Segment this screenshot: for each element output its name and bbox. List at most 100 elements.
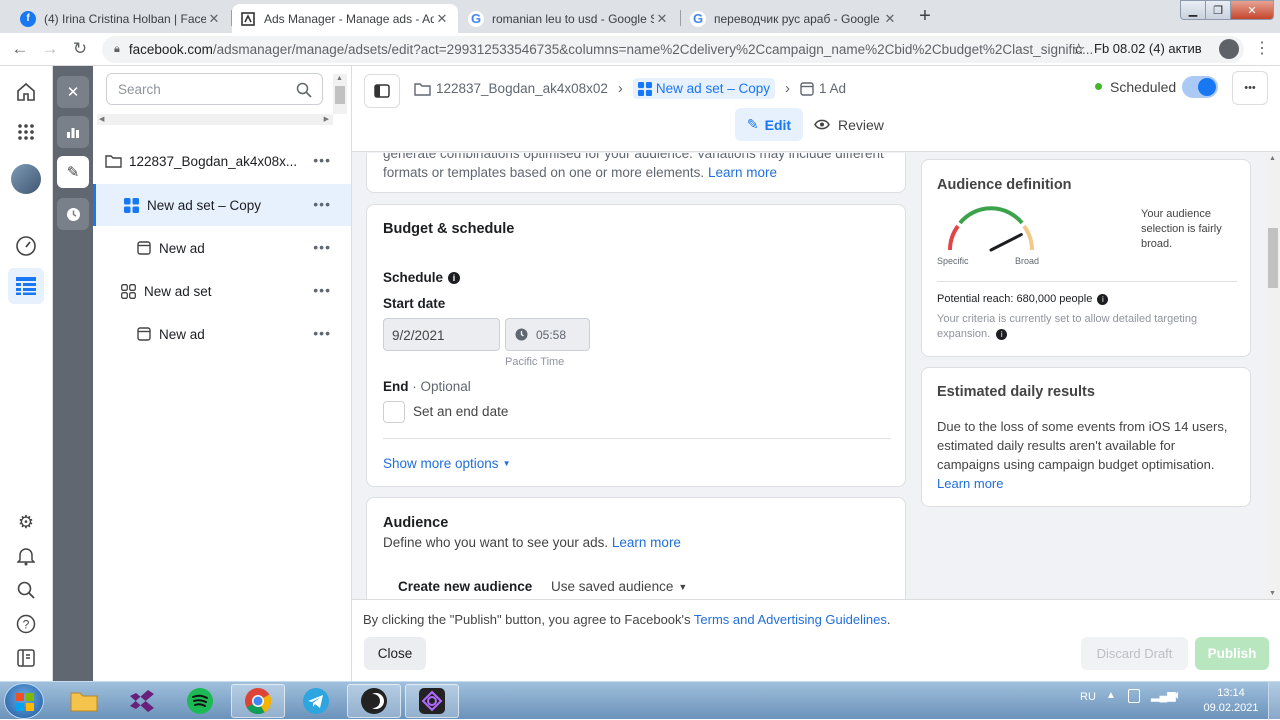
clock-icon [515, 328, 528, 341]
start-date-input[interactable]: 9/2/2021 [383, 318, 500, 351]
edit-pencil-icon: ✎ [746, 116, 759, 132]
history-clock-icon[interactable] [57, 198, 89, 230]
bookmark-star-icon[interactable]: ☆ [1072, 40, 1085, 58]
tree-vertical-scrollbar[interactable]: ▲ [333, 74, 347, 114]
browser-app-icon[interactable] [405, 684, 459, 718]
tree-item-adset-copy[interactable]: New ad set – Copy ••• [93, 184, 351, 226]
browser-tab-google-search-1[interactable]: G romanian leu to usd - Google Se ✕ [460, 4, 678, 33]
home-icon[interactable] [8, 74, 44, 110]
language-indicator[interactable]: RU [1080, 691, 1096, 703]
apps-grid-icon[interactable] [8, 114, 44, 150]
minimize-window-button[interactable]: ▁ [1180, 0, 1206, 20]
publish-button[interactable]: Publish [1195, 637, 1269, 670]
info-icon[interactable]: i [1097, 293, 1109, 305]
info-icon[interactable]: i [996, 329, 1008, 340]
publish-notice-text: By clicking the "Publish" button, you ag… [363, 612, 691, 627]
discard-draft-button[interactable]: Discard Draft [1081, 637, 1188, 670]
editor-scrollbar[interactable]: ▲ ▼ [1266, 153, 1280, 599]
more-options-icon[interactable]: ••• [313, 282, 331, 298]
tree-item-ad[interactable]: New ad ••• [93, 313, 351, 355]
more-options-icon[interactable]: ••• [313, 152, 331, 168]
start-time-input[interactable]: 05:58 [505, 318, 590, 351]
chrome-icon[interactable] [231, 684, 285, 718]
report-problem-icon[interactable] [8, 640, 44, 676]
tree-item-ad[interactable]: New ad ••• [93, 227, 351, 269]
audience-subtitle-row: Define who you want to see your ads. Lea… [383, 535, 681, 550]
telegram-icon[interactable] [289, 684, 343, 718]
chart-icon[interactable] [57, 116, 89, 148]
profile-avatar-icon[interactable] [1219, 39, 1239, 59]
browser-tab-facebook[interactable]: f (4) Irina Cristina Holban | Facebo ✕ [12, 4, 230, 33]
clock[interactable]: 13:14 09.02.2021 [1203, 686, 1259, 716]
tree-horizontal-scrollbar[interactable]: ◀ ▶ [97, 114, 333, 125]
maximize-window-button[interactable]: ❐ [1205, 0, 1231, 20]
edit-tab[interactable]: ✎ Edit [735, 108, 803, 141]
end-date-checkbox[interactable] [383, 401, 405, 423]
browser-tab-google-search-2[interactable]: G переводчик рус араб - Google S ✕ [682, 4, 906, 33]
lock-icon: 🔒︎ [114, 43, 120, 55]
edit-pencil-icon[interactable]: ✎ [57, 156, 89, 188]
bookmark-label[interactable]: Fb 08.02 (4) актив [1094, 41, 1202, 56]
tree-search-input[interactable]: Search [106, 73, 323, 105]
reload-icon[interactable]: ↻ [69, 38, 91, 60]
app-icon[interactable] [347, 684, 401, 718]
review-tab[interactable]: Review [814, 108, 884, 141]
more-options-icon[interactable]: ••• [313, 325, 331, 341]
use-saved-audience-dropdown[interactable]: Use saved audience ▼ [551, 579, 687, 594]
show-hidden-icons[interactable]: ▲ [1106, 690, 1116, 701]
chevron-right-icon: › [617, 80, 623, 97]
tree-item-adset[interactable]: New ad set ••• [93, 270, 351, 312]
more-actions-button[interactable]: ••• [1232, 71, 1268, 105]
performance-gauge-icon[interactable] [8, 228, 44, 264]
show-desktop-button[interactable] [1268, 682, 1280, 720]
file-explorer-icon[interactable] [57, 684, 111, 718]
back-icon[interactable]: ← [9, 38, 31, 60]
close-tab-icon[interactable]: ✕ [654, 11, 670, 27]
close-editor-icon[interactable]: ✕ [57, 76, 89, 108]
svg-text:?: ? [23, 618, 30, 632]
create-new-audience-tab[interactable]: Create new audience [398, 579, 532, 594]
browser-tab-ads-manager[interactable]: Ads Manager - Manage ads - Ad ✕ [232, 4, 458, 33]
tree-item-campaign[interactable]: 122837_Bogdan_ak4x08x... ••• [93, 140, 351, 182]
settings-gear-icon[interactable]: ⚙ [8, 504, 44, 540]
start-button[interactable] [4, 683, 44, 719]
network-signal-icon[interactable]: ▂▄▆ [1151, 689, 1176, 702]
breadcrumb-ads[interactable]: 1 Ad [819, 81, 846, 96]
close-button[interactable]: Close [364, 637, 426, 670]
device-icon[interactable] [1128, 689, 1140, 703]
close-tab-icon[interactable]: ✕ [434, 11, 450, 27]
browser-menu-icon[interactable]: ⋮ [1254, 38, 1270, 58]
learn-more-link[interactable]: Learn more [708, 165, 777, 180]
tree-item-label: New ad [159, 240, 205, 256]
schedule-label: Schedule [383, 270, 444, 285]
ads-manager-table-icon[interactable] [8, 268, 44, 304]
more-options-icon[interactable]: ••• [313, 196, 331, 212]
close-tab-icon[interactable]: ✕ [882, 11, 898, 27]
terms-link[interactable]: Terms and Advertising Guidelines [694, 612, 887, 627]
audience-gauge [948, 206, 1034, 252]
learn-more-link[interactable]: Learn more [612, 535, 681, 550]
breadcrumb-adset[interactable]: New ad set – Copy [632, 78, 775, 99]
spotify-icon[interactable] [173, 684, 227, 718]
breadcrumb-campaign[interactable]: 122837_Bogdan_ak4x08x02 [436, 81, 608, 96]
volume-icon[interactable]: 🔈︎ [1174, 687, 1182, 703]
close-window-button[interactable]: ✕ [1230, 0, 1274, 20]
new-tab-button[interactable]: + [912, 5, 938, 27]
more-options-icon[interactable]: ••• [313, 239, 331, 255]
close-tab-icon[interactable]: ✕ [206, 11, 222, 27]
info-icon[interactable]: i [448, 271, 461, 284]
visual-studio-icon[interactable] [115, 684, 169, 718]
help-icon[interactable]: ? [8, 606, 44, 642]
search-icon[interactable] [8, 572, 44, 608]
budget-schedule-card: Budget & schedule Schedule i Start date … [366, 204, 906, 487]
toggle-sidebar-icon[interactable] [364, 74, 400, 108]
use-saved-audience-label: Use saved audience [551, 579, 674, 594]
account-avatar[interactable] [11, 164, 41, 194]
notifications-bell-icon[interactable] [8, 538, 44, 574]
forward-icon[interactable]: → [39, 38, 61, 60]
breadcrumb-adset-label: New ad set – Copy [655, 81, 770, 96]
learn-more-link[interactable]: Learn more [937, 476, 1003, 491]
schedule-toggle[interactable] [1182, 76, 1218, 98]
show-more-options-link[interactable]: Show more options ▼ [383, 456, 510, 471]
publish-notice: By clicking the "Publish" button, you ag… [363, 612, 890, 627]
